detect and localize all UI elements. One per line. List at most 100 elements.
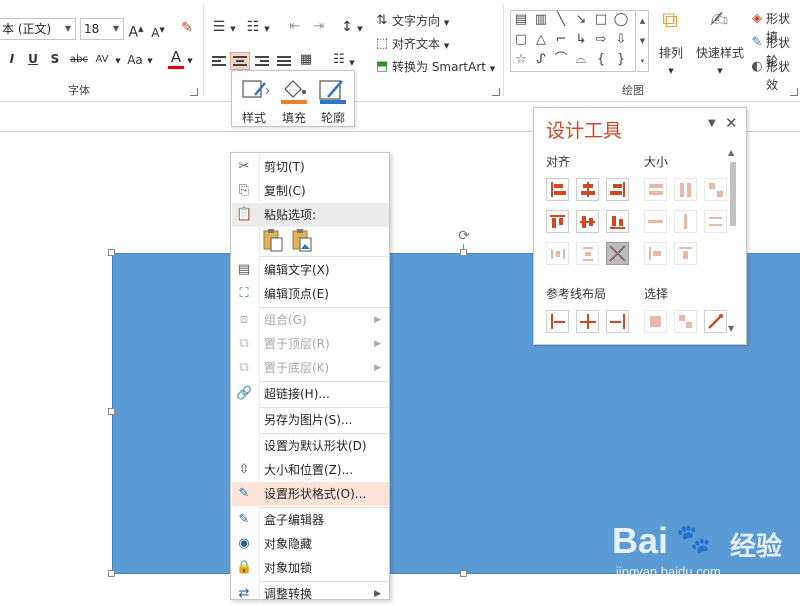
brace-left-shape-icon[interactable]: { — [592, 52, 610, 68]
menu-item-save-as-picture[interactable]: 另存为图片(S)... — [232, 408, 389, 432]
menu-item-format-shape[interactable]: ✎ 设置形状格式(O)... — [232, 482, 389, 506]
menu-item-convert[interactable]: ⇄ 调整转换 ▶ — [232, 582, 389, 606]
select-same-icon[interactable] — [644, 310, 667, 333]
menu-item-edit-points[interactable]: ⛶ 编辑顶点(E) — [232, 282, 389, 306]
resize-handle-bl[interactable] — [108, 570, 115, 577]
text-direction-icon[interactable]: ⇅ — [373, 12, 391, 30]
align-left-icon[interactable] — [210, 52, 230, 70]
line-spacing-icon[interactable]: ↕ — [338, 18, 356, 36]
menu-item-cut[interactable]: ✂ 剪切(T) — [232, 155, 389, 179]
convert-smartart-button[interactable]: 转换为 SmartArt ▼ — [392, 58, 495, 78]
arrange-icon[interactable]: ⧉ — [656, 10, 684, 42]
elbow-arrow-shape-icon[interactable]: ↳ — [572, 32, 590, 48]
align-center-horizontal-icon[interactable] — [576, 178, 599, 201]
align-right-edges-icon[interactable] — [606, 178, 629, 201]
menu-item-lock-object[interactable]: 🔒 对象加锁 — [232, 556, 389, 580]
freeform-shape-icon[interactable]: ᔑ — [532, 52, 550, 68]
fit-width-icon[interactable] — [644, 242, 667, 265]
right-arrow-shape-icon[interactable]: ⇨ — [592, 32, 610, 48]
paste-as-picture-icon[interactable] — [291, 228, 313, 252]
guide-right-icon[interactable] — [606, 310, 629, 333]
rectangle-shape-icon[interactable]: □ — [592, 12, 610, 28]
font-size-dropdown[interactable]: 18 ▼ — [80, 18, 124, 40]
shape-fill-icon[interactable]: ◈ — [749, 10, 765, 28]
drawing-dialog-launcher[interactable] — [790, 88, 798, 96]
underline-button[interactable]: U — [26, 50, 40, 68]
font-name-dropdown[interactable]: 本 (正文) ▼ — [0, 18, 76, 40]
justify-icon[interactable] — [275, 52, 295, 70]
menu-item-edit-text[interactable]: ▤ 编辑文字(X) — [232, 258, 389, 282]
quick-styles-dropdown-icon[interactable]: ▼ — [715, 62, 725, 80]
shapes-gallery[interactable]: ▤ ▥ ╲ ↘ □ ◯ ▢ △ ⌐ ↳ ⇨ ⇩ ☆ ᔑ ⌒ ⌓ { } — [510, 10, 636, 72]
down-arrow-shape-icon[interactable]: ⇩ — [612, 32, 630, 48]
brace-right-shape-icon[interactable]: } — [612, 52, 630, 68]
resize-handle-top[interactable] — [460, 249, 467, 256]
resize-handle-tl[interactable] — [108, 249, 115, 256]
menu-item-set-default-shape[interactable]: 设置为默认形状(D) — [232, 434, 389, 458]
shape-effects-icon[interactable]: ◐ — [749, 58, 765, 76]
star-shape-icon[interactable]: ☆ — [512, 52, 530, 68]
guide-left-icon[interactable] — [546, 310, 569, 333]
italic-button[interactable]: I — [6, 50, 18, 68]
menu-item-hide-object[interactable]: ◉ 对象隐藏 — [232, 532, 389, 556]
fill-button[interactable]: 填充 — [275, 75, 313, 125]
menu-item-bring-to-front[interactable]: ⧉ 置于顶层(R) ▶ — [232, 332, 389, 356]
pane-options-icon[interactable]: ▼ — [708, 118, 716, 129]
shadow-button[interactable]: S — [48, 50, 62, 68]
smartart-icon[interactable]: ⬒ — [373, 58, 391, 76]
pane-scrollbar[interactable]: ▲ ▼ — [728, 148, 738, 338]
stretch-horizontal-icon[interactable] — [644, 210, 667, 233]
distribute-horizontal-icon[interactable] — [546, 242, 569, 265]
resize-handle-left[interactable] — [108, 408, 115, 415]
line-spacing-dropdown-icon[interactable]: ▼ — [356, 20, 364, 38]
font-color-dropdown-icon[interactable]: ▼ — [186, 52, 194, 70]
quick-styles-button[interactable]: 快速样式 — [694, 44, 746, 62]
text-direction-button[interactable]: 文字方向 ▼ — [392, 12, 449, 32]
font-dialog-launcher[interactable] — [190, 88, 198, 96]
menu-item-hyperlink[interactable]: 🔗 超链接(H)... — [232, 382, 389, 406]
align-center-icon[interactable] — [230, 52, 250, 70]
scroll-down-icon[interactable]: ▼ — [728, 324, 734, 333]
same-height-icon[interactable] — [674, 178, 697, 201]
align-text-button[interactable]: 对齐文本 ▼ — [392, 35, 449, 55]
align-left-edges-icon[interactable] — [546, 178, 569, 201]
bullets-icon[interactable]: ☰ — [210, 18, 228, 36]
same-width-icon[interactable] — [644, 178, 667, 201]
outline-button[interactable]: 轮廓 — [314, 75, 352, 125]
arrange-dropdown-icon[interactable]: ▼ — [666, 62, 676, 80]
textbox-shape-icon[interactable]: ▤ — [512, 12, 530, 28]
same-size-icon[interactable] — [704, 178, 727, 201]
resize-handle-bottom[interactable] — [460, 570, 467, 577]
scroll-thumb[interactable] — [730, 162, 736, 226]
close-icon[interactable]: ✕ — [725, 114, 738, 132]
shrink-font-button[interactable]: A▼ — [150, 21, 166, 42]
strikethrough-button[interactable]: abc — [68, 51, 90, 69]
distributed-icon[interactable]: ▦ — [297, 51, 315, 69]
rounded-rect-shape-icon[interactable]: ▢ — [512, 32, 530, 48]
menu-item-send-to-back[interactable]: ⧉ 置于底层(K) ▶ — [232, 356, 389, 380]
grow-font-button[interactable]: A▲ — [128, 20, 144, 42]
numbering-dropdown-icon[interactable]: ▼ — [263, 20, 271, 38]
style-button[interactable]: 样式 — [235, 75, 273, 125]
char-spacing-button[interactable]: AV — [92, 51, 112, 69]
triangle-shape-icon[interactable]: △ — [532, 32, 550, 48]
oval-shape-icon[interactable]: ◯ — [612, 12, 630, 28]
menu-item-group[interactable]: ⧈ 组合(G) ▶ — [232, 308, 389, 332]
shapes-gallery-scroll[interactable]: ▲ ▼ ▾ — [637, 10, 649, 72]
align-bottom-edges-icon[interactable] — [606, 210, 629, 233]
scroll-up-icon[interactable]: ▲ — [728, 148, 734, 157]
change-case-button[interactable]: Aa — [126, 51, 144, 69]
menu-item-box-editor[interactable]: ✎ 盒子编辑器 — [232, 508, 389, 532]
paste-use-destination-theme-icon[interactable] — [262, 228, 284, 252]
line-shape-icon[interactable]: ╲ — [552, 12, 570, 28]
numbering-icon[interactable]: ☷ — [244, 18, 262, 36]
rotate-handle-icon[interactable]: ⟳ — [456, 228, 472, 244]
arrow-line-shape-icon[interactable]: ↘ — [572, 12, 590, 28]
guide-center-icon[interactable] — [576, 310, 599, 333]
align-middle-vertical-icon[interactable] — [576, 210, 599, 233]
arc-shape-icon[interactable]: ⌓ — [572, 52, 590, 68]
fit-height-icon[interactable] — [674, 242, 697, 265]
select-magic-wand-icon[interactable] — [704, 310, 727, 333]
columns-icon[interactable]: ☷ — [330, 51, 348, 69]
shape-outline-icon[interactable]: ✎ — [749, 34, 765, 52]
